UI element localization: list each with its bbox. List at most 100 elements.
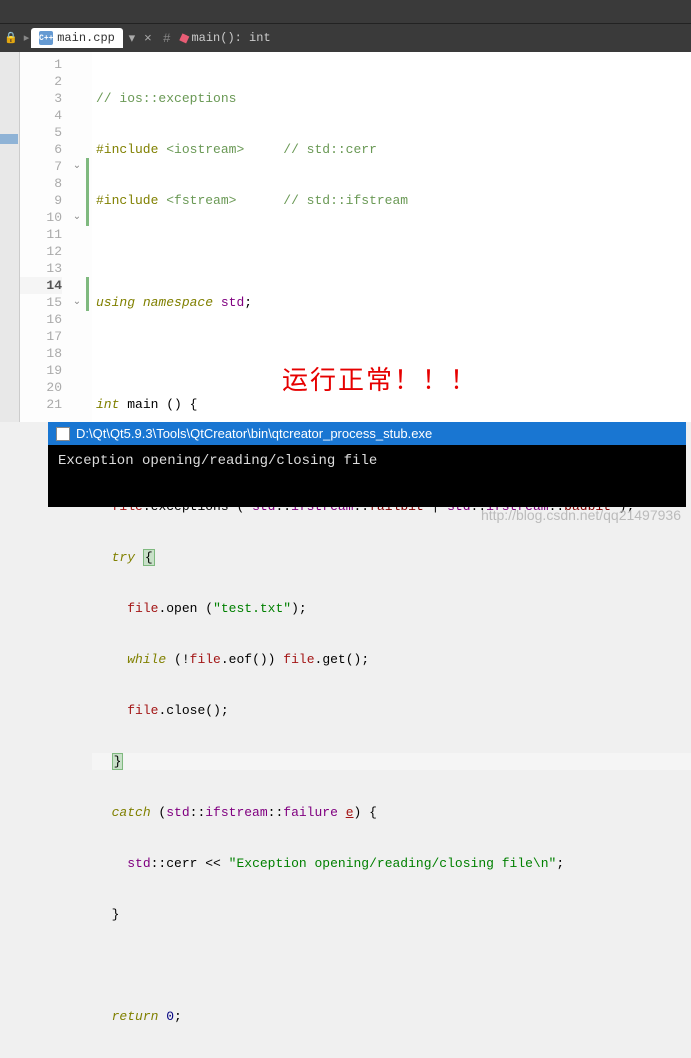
- line-number[interactable]: 9: [20, 192, 62, 209]
- line-number[interactable]: 16: [20, 311, 62, 328]
- code-token: return: [112, 1009, 159, 1024]
- code-comment: // ios::exceptions: [96, 91, 236, 106]
- fold-toggle-icon[interactable]: ⌄: [68, 209, 86, 226]
- code-token: cerr: [166, 856, 197, 871]
- code-token: std: [166, 805, 189, 820]
- annotation-overlay: 运行正常！！！: [282, 372, 478, 389]
- code-token: while: [127, 652, 166, 667]
- code-token: // std::cerr: [283, 142, 377, 157]
- code-token: get: [322, 652, 345, 667]
- tab-filename: main.cpp: [57, 31, 115, 45]
- code-token: try: [112, 550, 135, 565]
- fold-spacer: [68, 141, 86, 158]
- line-number[interactable]: 4: [20, 107, 62, 124]
- line-number-gutter[interactable]: 123456789101112131415161718192021: [20, 52, 68, 422]
- line-number[interactable]: 3: [20, 90, 62, 107]
- fold-spacer: [68, 124, 86, 141]
- code-token: file: [127, 703, 158, 718]
- brace-highlight: }: [112, 753, 124, 770]
- code-token: "Exception opening/reading/closing file\…: [229, 856, 557, 871]
- code-area[interactable]: // ios::exceptions #include <iostream> /…: [92, 52, 691, 422]
- breadcrumb-function[interactable]: main(): int: [191, 31, 270, 45]
- code-token: int: [96, 397, 119, 412]
- fold-spacer: [68, 260, 86, 277]
- fold-spacer: [68, 328, 86, 345]
- line-number[interactable]: 8: [20, 175, 62, 192]
- fold-spacer: [68, 107, 86, 124]
- brace-highlight: {: [143, 549, 155, 566]
- line-number[interactable]: 15: [20, 294, 62, 311]
- fold-spacer: [68, 345, 86, 362]
- console-window: D:\Qt\Qt5.9.3\Tools\QtCreator\bin\qtcrea…: [48, 422, 686, 507]
- menu-bar: [0, 0, 691, 24]
- line-number[interactable]: 11: [20, 226, 62, 243]
- line-number[interactable]: 7: [20, 158, 62, 175]
- left-sidebar: [0, 52, 20, 422]
- code-token: <iostream>: [166, 142, 244, 157]
- code-token: <fstream>: [166, 193, 236, 208]
- editor: 123456789101112131415161718192021 ⌄⌄⌄ //…: [0, 52, 691, 422]
- watermark: http://blog.csdn.net/qq21497936: [481, 507, 681, 523]
- line-number[interactable]: 17: [20, 328, 62, 345]
- code-token: std: [221, 295, 244, 310]
- console-title-text: D:\Qt\Qt5.9.3\Tools\QtCreator\bin\qtcrea…: [76, 426, 432, 441]
- code-token: e: [346, 805, 354, 820]
- fold-spacer: [68, 56, 86, 73]
- tab-bar: 🔒 ▸ C++ main.cpp ▾ × # ◆ main(): int: [0, 24, 691, 52]
- line-number[interactable]: 14: [20, 277, 62, 294]
- cpp-file-icon: C++: [39, 31, 53, 45]
- function-icon: ◆: [176, 28, 192, 48]
- fold-toggle-icon[interactable]: ⌄: [68, 158, 86, 175]
- breadcrumb-separator: #: [163, 31, 171, 46]
- fold-column[interactable]: ⌄ ⌄ ⌄: [68, 52, 86, 422]
- code-token: file: [127, 601, 158, 616]
- code-token: failure: [283, 805, 338, 820]
- line-number[interactable]: 21: [20, 396, 62, 413]
- code-token: file: [190, 652, 221, 667]
- tab-close-icon[interactable]: ×: [141, 31, 155, 45]
- fold-spacer: [68, 396, 86, 413]
- code-token: std: [127, 856, 150, 871]
- code-token: #include: [96, 193, 158, 208]
- fold-spacer: [68, 192, 86, 209]
- fold-spacer: [68, 243, 86, 260]
- code-token: #include: [96, 142, 158, 157]
- line-number[interactable]: 13: [20, 260, 62, 277]
- code-token: using: [96, 295, 135, 310]
- lock-icon: 🔒: [4, 31, 18, 45]
- line-number[interactable]: 10: [20, 209, 62, 226]
- line-number[interactable]: 18: [20, 345, 62, 362]
- console-app-icon: [56, 427, 70, 441]
- code-token: file: [283, 652, 314, 667]
- fold-toggle-icon[interactable]: ⌄: [68, 294, 86, 311]
- line-number[interactable]: 1: [20, 56, 62, 73]
- console-titlebar[interactable]: D:\Qt\Qt5.9.3\Tools\QtCreator\bin\qtcrea…: [48, 422, 686, 445]
- line-number[interactable]: 6: [20, 141, 62, 158]
- code-token: eof: [229, 652, 252, 667]
- fold-spacer: [68, 379, 86, 396]
- code-token: ifstream: [205, 805, 267, 820]
- file-tab[interactable]: C++ main.cpp: [31, 28, 123, 48]
- fold-spacer: [68, 175, 86, 192]
- fold-spacer: [68, 73, 86, 90]
- fold-spacer: [68, 311, 86, 328]
- sidebar-marker: [0, 134, 18, 144]
- nav-arrow-icon[interactable]: ▸: [24, 31, 30, 45]
- line-number[interactable]: 2: [20, 73, 62, 90]
- code-token: open: [166, 601, 197, 616]
- line-number[interactable]: 5: [20, 124, 62, 141]
- console-output[interactable]: Exception opening/reading/closing file: [48, 445, 686, 507]
- line-number[interactable]: 20: [20, 379, 62, 396]
- code-token: close: [166, 703, 205, 718]
- fold-spacer: [68, 226, 86, 243]
- code-token: namespace: [143, 295, 213, 310]
- code-token: // std::ifstream: [283, 193, 408, 208]
- line-number[interactable]: 19: [20, 362, 62, 379]
- code-token: 0: [166, 1009, 174, 1024]
- fold-spacer: [68, 90, 86, 107]
- line-number[interactable]: 12: [20, 243, 62, 260]
- tab-dropdown-icon[interactable]: ▾: [125, 31, 139, 45]
- console-line: Exception opening/reading/closing file: [58, 453, 377, 469]
- fold-spacer: [68, 277, 86, 294]
- fold-spacer: [68, 362, 86, 379]
